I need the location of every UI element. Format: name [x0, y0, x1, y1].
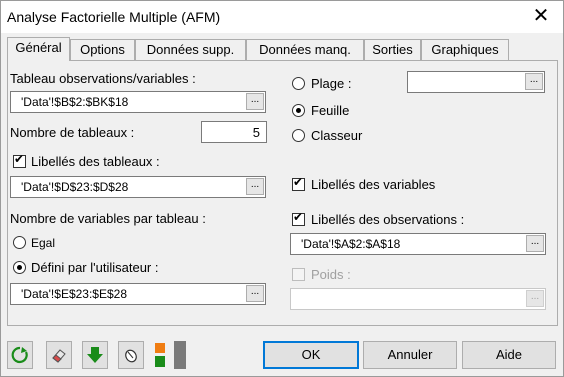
dialog-window: Analyse Factorielle Multiple (AFM) ✕ Gén…: [0, 0, 564, 377]
num-tables-label: Nombre de tableaux :: [10, 125, 135, 140]
num-tables-value: 5: [252, 125, 260, 140]
down-arrow-icon: [87, 347, 103, 363]
table-range-value: 'Data'!$B$2:$BK$18: [21, 95, 129, 109]
obs-labels-range-field[interactable]: 'Data'!$A$2:$A$18 ...: [290, 233, 546, 255]
tab-charts[interactable]: Graphiques: [421, 39, 509, 60]
sheet-label: Feuille: [311, 103, 350, 118]
mouse-icon: [125, 349, 137, 363]
table-range-field[interactable]: 'Data'!$B$2:$BK$18 ...: [10, 91, 266, 113]
equal-radio[interactable]: [13, 236, 26, 249]
obs-labels-checkbox[interactable]: ✔: [292, 210, 305, 226]
reset-icon: [11, 346, 28, 364]
user-defined-range-value: 'Data'!$E$23:$E$28: [21, 287, 127, 301]
mouse-button[interactable]: [118, 341, 144, 369]
table-labels-label: Libellés des tableaux :: [31, 154, 160, 169]
table-label: Tableau observations/variables :: [10, 71, 196, 86]
splitter-bar[interactable]: [174, 341, 186, 369]
table-labels-range-value: 'Data'!$D$23:$D$28: [21, 180, 129, 194]
equal-label: Egal: [31, 236, 56, 250]
selected-dot: [17, 265, 22, 270]
user-defined-select-button[interactable]: ...: [246, 285, 264, 302]
workbook-label: Classeur: [311, 128, 363, 143]
weights-select-button[interactable]: ...: [526, 290, 544, 307]
var-labels-label: Libellés des variables: [311, 177, 436, 192]
weights-label: Poids :: [311, 267, 351, 282]
layout-toggle-button[interactable]: [153, 341, 173, 369]
tab-outputs[interactable]: Sorties: [364, 39, 421, 60]
table-labels-range-field[interactable]: 'Data'!$D$23:$D$28 ...: [10, 176, 266, 198]
range-label: Plage :: [311, 76, 352, 91]
num-tables-input[interactable]: 5: [201, 121, 267, 143]
sheet-radio[interactable]: [292, 104, 305, 117]
eraser-icon: [52, 349, 66, 363]
move-down-button[interactable]: [82, 341, 108, 369]
vars-per-table-label: Nombre de variables par tableau :: [10, 211, 206, 226]
var-labels-checkbox[interactable]: ✔: [292, 175, 305, 191]
check-icon: ✔: [293, 210, 304, 224]
reset-button[interactable]: [7, 341, 33, 369]
user-defined-range-field[interactable]: 'Data'!$E$23:$E$28 ...: [10, 283, 266, 305]
weights-checkbox[interactable]: [292, 268, 305, 281]
user-defined-label: Défini par l'utilisateur :: [31, 260, 159, 275]
window-title: Analyse Factorielle Multiple (AFM): [7, 9, 221, 25]
user-defined-radio[interactable]: [13, 261, 26, 274]
tab-general[interactable]: Général: [7, 37, 70, 61]
close-button[interactable]: ✕: [527, 4, 555, 28]
help-button[interactable]: Aide: [462, 341, 556, 369]
weights-range-field[interactable]: ...: [290, 288, 546, 310]
tab-options[interactable]: Options: [70, 39, 135, 60]
obs-labels-range-value: 'Data'!$A$2:$A$18: [301, 237, 401, 251]
cancel-button[interactable]: Annuler: [363, 341, 457, 369]
table-labels-select-button[interactable]: ...: [246, 178, 264, 195]
tab-supp-data[interactable]: Données supp.: [135, 39, 246, 60]
ok-button[interactable]: OK: [263, 341, 359, 369]
clear-button[interactable]: [46, 341, 72, 369]
table-range-select-button[interactable]: ...: [246, 93, 264, 110]
workbook-radio[interactable]: [292, 129, 305, 142]
range-field[interactable]: ...: [407, 71, 545, 93]
check-icon: ✔: [293, 175, 304, 189]
obs-labels-label: Libellés des observations :: [311, 212, 465, 227]
table-labels-checkbox[interactable]: ✔: [13, 152, 26, 168]
tab-missing-data[interactable]: Données manq.: [246, 39, 364, 60]
obs-labels-select-button[interactable]: ...: [526, 235, 544, 252]
range-select-button[interactable]: ...: [525, 73, 543, 90]
range-radio[interactable]: [292, 77, 305, 90]
layout-toggle-icon: [155, 343, 165, 367]
title-bar: Analyse Factorielle Multiple (AFM) ✕: [1, 1, 563, 33]
selected-dot: [296, 108, 301, 113]
check-icon: ✔: [14, 152, 25, 166]
